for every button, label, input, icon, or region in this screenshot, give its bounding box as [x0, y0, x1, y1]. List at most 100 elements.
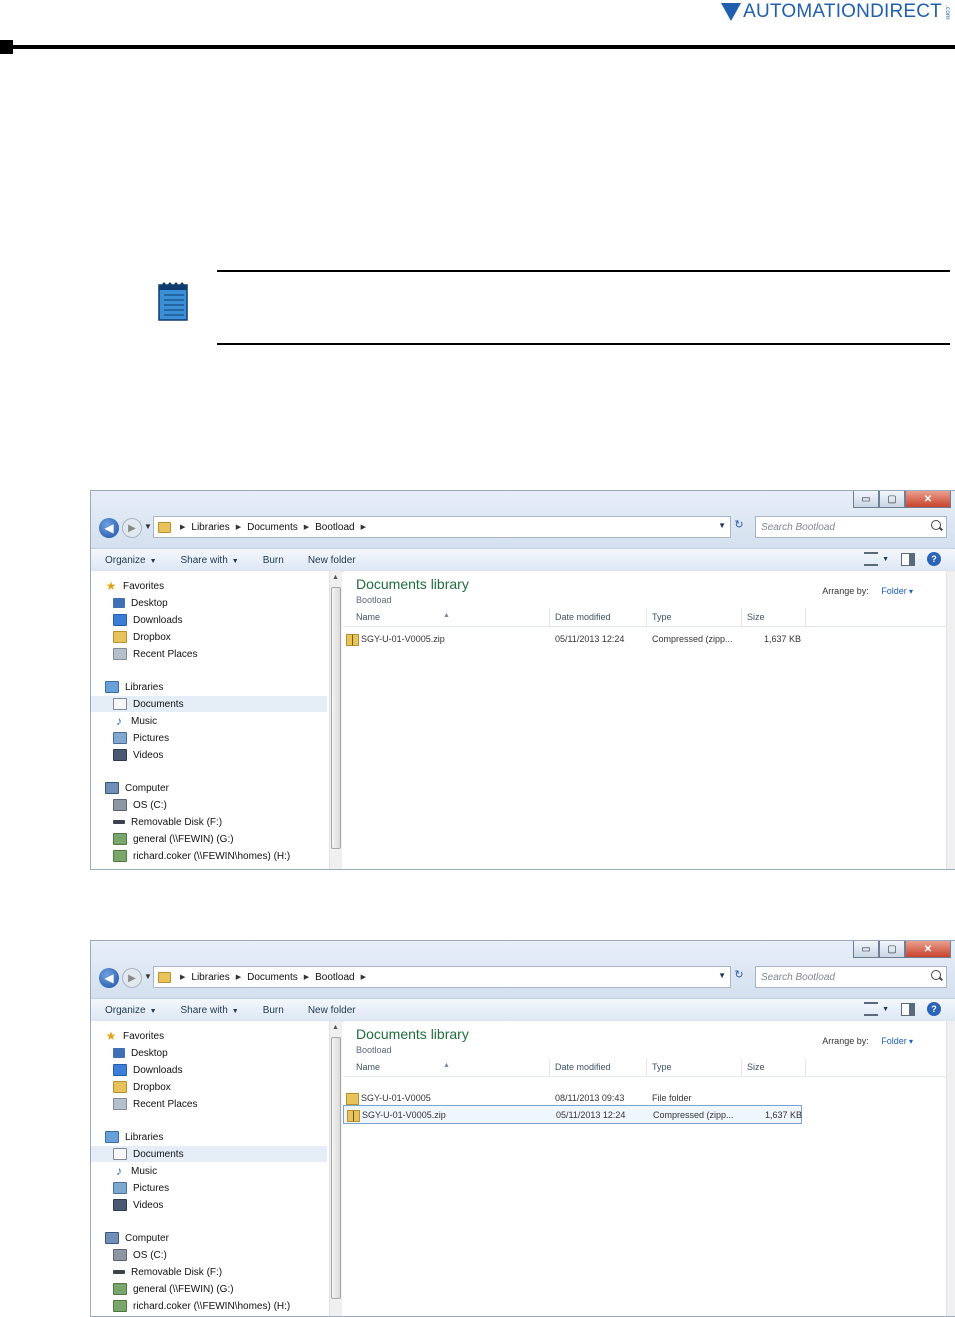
arrange-by-dropdown[interactable]: Folder — [881, 586, 913, 596]
maximize-button[interactable]: ▢ — [879, 491, 905, 508]
forward-button[interactable]: ▶ — [122, 518, 142, 538]
column-name[interactable]: Name — [356, 612, 380, 622]
nav-videos[interactable]: Videos — [113, 747, 349, 763]
breadcrumb-libraries[interactable]: Libraries — [191, 522, 229, 533]
preview-pane-icon[interactable] — [901, 552, 915, 566]
refresh-button[interactable]: ↻ — [731, 518, 747, 534]
breadcrumb-arrow-icon[interactable]: ▶ — [180, 523, 185, 531]
column-date-modified[interactable]: Date modified — [555, 612, 611, 622]
scroll-up-icon[interactable]: ▲ — [332, 574, 339, 581]
burn-button[interactable]: Burn — [263, 555, 284, 566]
forward-button[interactable]: ▶ — [122, 968, 142, 988]
breadcrumb-bootload[interactable]: Bootload — [315, 972, 354, 983]
breadcrumb-libraries[interactable]: Libraries — [191, 972, 229, 983]
nav-desktop[interactable]: Desktop — [113, 1045, 349, 1061]
address-bar[interactable]: ▶ Libraries ▶ Documents ▶ Bootload ▶ ▼ — [153, 516, 731, 538]
breadcrumb-documents[interactable]: Documents — [247, 522, 298, 533]
search-input[interactable]: Search Bootload — [755, 516, 947, 538]
nav-downloads[interactable]: Downloads — [113, 612, 349, 628]
nav-favorites[interactable]: ★ Favorites — [105, 578, 341, 594]
column-divider[interactable] — [805, 1058, 806, 1076]
minimize-button[interactable]: ▭ — [853, 941, 879, 958]
arrange-by-dropdown[interactable]: Folder — [881, 1036, 913, 1046]
breadcrumb-documents[interactable]: Documents — [247, 972, 298, 983]
table-row[interactable]: SGY-U-01-V0005.zip 05/11/2013 12:24 Compre… — [343, 1105, 802, 1124]
nav-favorites[interactable]: ★ Favorites — [105, 1028, 341, 1044]
preview-pane-icon[interactable] — [901, 1002, 915, 1016]
nav-libraries[interactable]: Libraries — [105, 679, 341, 695]
nav-network-drive-g[interactable]: general (\\FEWIN) (G:) — [113, 831, 349, 847]
maximize-button[interactable]: ▢ — [879, 941, 905, 958]
nav-network-drive-h[interactable]: richard.coker (\\FEWIN\homes) (H:) — [113, 1298, 349, 1314]
nav-recent-places[interactable]: Recent Places — [113, 646, 349, 662]
nav-documents[interactable]: Documents — [91, 696, 327, 712]
nav-dropbox[interactable]: Dropbox — [113, 629, 349, 645]
breadcrumb-arrow-icon[interactable]: ▶ — [180, 973, 185, 981]
column-size[interactable]: Size — [747, 1062, 765, 1072]
column-type[interactable]: Type — [652, 1062, 672, 1072]
breadcrumb-bootload[interactable]: Bootload — [315, 522, 354, 533]
nav-libraries[interactable]: Libraries — [105, 1129, 341, 1145]
address-dropdown-icon[interactable]: ▼ — [718, 971, 726, 980]
new-folder-button[interactable]: New folder — [308, 555, 356, 566]
navigation-scrollbar[interactable]: ▲ — [329, 571, 342, 869]
nav-removable-disk[interactable]: Removable Disk (F:) — [113, 814, 349, 830]
scrollbar-thumb[interactable] — [331, 1037, 341, 1299]
close-button[interactable]: ✕ — [905, 941, 951, 958]
column-divider[interactable] — [549, 608, 550, 626]
breadcrumb-arrow-icon[interactable]: ▶ — [236, 523, 241, 531]
breadcrumb-arrow-icon[interactable]: ▶ — [361, 973, 366, 981]
column-divider[interactable] — [646, 1058, 647, 1076]
scrollbar-thumb[interactable] — [331, 587, 341, 849]
column-name[interactable]: Name — [356, 1062, 380, 1072]
nav-music[interactable]: ♪ Music — [113, 1163, 349, 1179]
help-icon[interactable]: ? — [927, 1002, 941, 1016]
nav-os-drive[interactable]: OS (C:) — [113, 797, 349, 813]
new-folder-button[interactable]: New folder — [308, 1005, 356, 1016]
help-icon[interactable]: ? — [927, 552, 941, 566]
nav-pictures[interactable]: Pictures — [113, 1180, 349, 1196]
breadcrumb-arrow-icon[interactable]: ▶ — [304, 523, 309, 531]
breadcrumb-arrow-icon[interactable]: ▶ — [236, 973, 241, 981]
nav-videos[interactable]: Videos — [113, 1197, 349, 1213]
breadcrumb-arrow-icon[interactable]: ▶ — [304, 973, 309, 981]
nav-computer[interactable]: Computer — [105, 780, 341, 796]
nav-removable-disk[interactable]: Removable Disk (F:) — [113, 1264, 349, 1280]
column-divider[interactable] — [741, 608, 742, 626]
nav-os-drive[interactable]: OS (C:) — [113, 1247, 349, 1263]
back-button[interactable]: ◀ — [99, 518, 119, 538]
nav-network-drive-h[interactable]: richard.coker (\\FEWIN\homes) (H:) — [113, 848, 349, 864]
address-dropdown-icon[interactable]: ▼ — [718, 521, 726, 530]
column-type[interactable]: Type — [652, 612, 672, 622]
recent-pages-button[interactable]: ▼ — [144, 522, 152, 531]
nav-recent-places[interactable]: Recent Places — [113, 1096, 349, 1112]
content-scrollbar[interactable] — [946, 1021, 955, 1316]
organize-button[interactable]: Organize ▼ — [105, 1005, 157, 1016]
recent-pages-button[interactable]: ▼ — [144, 972, 152, 981]
content-scrollbar[interactable] — [946, 571, 955, 869]
table-row[interactable]: SGY-U-01-V0005 08/11/2013 09:43 File folde… — [343, 1089, 955, 1106]
search-input[interactable]: Search Bootload — [755, 966, 947, 988]
minimize-button[interactable]: ▭ — [853, 491, 879, 508]
column-divider[interactable] — [646, 608, 647, 626]
column-divider[interactable] — [549, 1058, 550, 1076]
column-divider[interactable] — [741, 1058, 742, 1076]
share-with-button[interactable]: Share with ▼ — [181, 1005, 239, 1016]
nav-desktop[interactable]: Desktop — [113, 595, 349, 611]
share-with-button[interactable]: Share with ▼ — [181, 555, 239, 566]
address-bar[interactable]: ▶ Libraries ▶ Documents ▶ Bootload ▶ ▼ — [153, 966, 731, 988]
nav-music[interactable]: ♪ Music — [113, 713, 349, 729]
nav-documents[interactable]: Documents — [91, 1146, 327, 1162]
window-title-bar[interactable]: ▭ ▢ ✕ ◀ ▶ ▼ ▶ Libraries ▶ Documents ▶ Bo… — [91, 941, 955, 999]
column-size[interactable]: Size — [747, 612, 765, 622]
nav-computer[interactable]: Computer — [105, 1230, 341, 1246]
column-divider[interactable] — [805, 608, 806, 626]
breadcrumb-arrow-icon[interactable]: ▶ — [361, 523, 366, 531]
navigation-scrollbar[interactable]: ▲ — [329, 1021, 342, 1316]
refresh-button[interactable]: ↻ — [731, 968, 747, 984]
nav-downloads[interactable]: Downloads — [113, 1062, 349, 1078]
back-button[interactable]: ◀ — [99, 968, 119, 988]
burn-button[interactable]: Burn — [263, 1005, 284, 1016]
change-view-button[interactable]: ▼ — [864, 552, 889, 566]
nav-network-drive-g[interactable]: general (\\FEWIN) (G:) — [113, 1281, 349, 1297]
